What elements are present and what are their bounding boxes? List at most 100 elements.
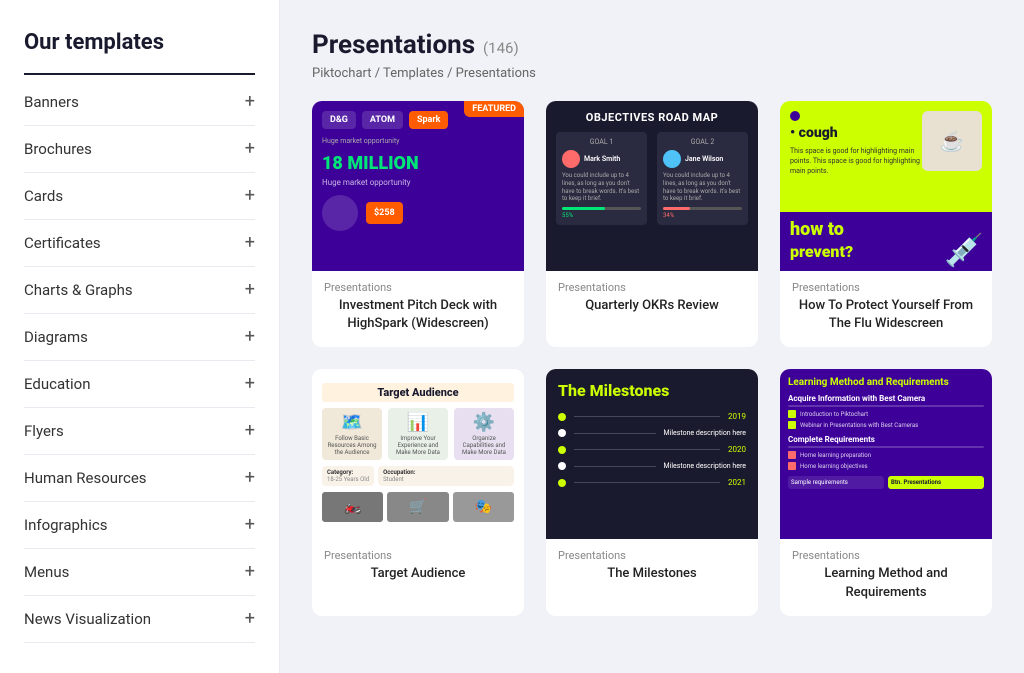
template-thumb: Learning Method and Requirements Acquire… <box>780 369 992 539</box>
template-card-okrs[interactable]: OBJECTIVES ROAD MAP GOAL 1 Mark Smith Yo… <box>546 101 758 347</box>
template-card-flu[interactable]: • cough This space is good for highlight… <box>780 101 992 347</box>
million-text: 18 MILLION <box>322 153 514 174</box>
template-info: Presentations Learning Method and Requir… <box>780 539 992 615</box>
logo-atom: ATOM <box>362 111 403 129</box>
template-thumb: FEATURED D&G ATOM Spark Huge market oppo… <box>312 101 524 271</box>
sidebar-item-label: Flyers <box>24 422 64 440</box>
plus-icon: + <box>245 516 255 534</box>
mug-image: ☕ <box>922 111 982 171</box>
arm-icon: 💉 <box>944 231 984 269</box>
template-category: Presentations <box>558 549 746 562</box>
breadcrumb: Piktochart / Templates / Presentations <box>312 66 992 81</box>
plus-icon: + <box>245 328 255 346</box>
sidebar: Our templates Banners + Brochures + Card… <box>0 0 280 673</box>
template-name: How To Protect Yourself From The Flu Wid… <box>792 297 980 333</box>
sidebar-item-label: Infographics <box>24 516 107 534</box>
body-text: This space is good for highlighting main… <box>790 147 922 176</box>
template-thumb: OBJECTIVES ROAD MAP GOAL 1 Mark Smith Yo… <box>546 101 758 271</box>
cough-text: • cough <box>790 125 922 141</box>
template-category: Presentations <box>324 549 512 562</box>
plus-icon: + <box>245 610 255 628</box>
card2-title: OBJECTIVES ROAD MAP <box>556 111 748 124</box>
sidebar-item-human-resources[interactable]: Human Resources + <box>24 455 255 502</box>
milestone-item: Milestone description here <box>558 429 746 437</box>
main-content: Presentations (146) Piktochart / Templat… <box>280 0 1024 673</box>
sidebar-item-cards[interactable]: Cards + <box>24 173 255 220</box>
plus-icon: + <box>245 187 255 205</box>
sidebar-item-news-visualization[interactable]: News Visualization + <box>24 596 255 643</box>
milestones-title: The Milestones <box>558 381 746 400</box>
sub-text: Huge market opportunity <box>322 137 514 145</box>
avatar-mark <box>562 150 580 168</box>
sidebar-title: Our templates <box>24 30 255 55</box>
template-card-investment[interactable]: FEATURED D&G ATOM Spark Huge market oppo… <box>312 101 524 347</box>
milestone-item: 2020 <box>558 445 746 454</box>
template-thumb: Target Audience 🗺️ Follow Basic Resource… <box>312 369 524 539</box>
featured-badge: FEATURED <box>464 101 524 117</box>
sub-text2: Huge market opportunity <box>322 178 514 187</box>
template-info: Presentations How To Protect Yourself Fr… <box>780 271 992 347</box>
sidebar-item-label: Diagrams <box>24 328 88 346</box>
template-info: Presentations Investment Pitch Deck with… <box>312 271 524 347</box>
template-category: Presentations <box>558 281 746 294</box>
sidebar-item-education[interactable]: Education + <box>24 361 255 408</box>
plus-icon: + <box>245 140 255 158</box>
target-title: Target Audience <box>322 383 514 402</box>
milestone-item: Milestone description here <box>558 462 746 470</box>
template-name: Target Audience <box>324 565 512 583</box>
sidebar-item-brochures[interactable]: Brochures + <box>24 126 255 173</box>
sidebar-nav: Banners + Brochures + Cards + Certificat… <box>24 79 255 643</box>
template-category: Presentations <box>792 281 980 294</box>
page-count: (146) <box>483 39 519 57</box>
template-name: The Milestones <box>558 565 746 583</box>
plus-icon: + <box>245 469 255 487</box>
template-card-target[interactable]: Target Audience 🗺️ Follow Basic Resource… <box>312 369 524 615</box>
plus-icon: + <box>245 422 255 440</box>
page-title: Presentations <box>312 30 475 60</box>
logo-dg: D&G <box>322 111 356 129</box>
template-category: Presentations <box>324 281 512 294</box>
template-info: Presentations Target Audience <box>312 539 524 597</box>
sidebar-item-label: Certificates <box>24 234 101 252</box>
template-info: Presentations Quarterly OKRs Review <box>546 271 758 329</box>
template-card-learning[interactable]: Learning Method and Requirements Acquire… <box>780 369 992 615</box>
sidebar-item-menus[interactable]: Menus + <box>24 549 255 596</box>
dot-decoration <box>790 111 800 121</box>
sidebar-item-certificates[interactable]: Certificates + <box>24 220 255 267</box>
sidebar-item-label: News Visualization <box>24 610 151 628</box>
avatar-jane <box>663 150 681 168</box>
template-name: Investment Pitch Deck with HighSpark (Wi… <box>324 297 512 333</box>
sidebar-item-label: Menus <box>24 563 69 581</box>
template-thumb: • cough This space is good for highlight… <box>780 101 992 271</box>
card6-bottom: Sample requirements Btn. Presentations <box>788 476 984 489</box>
sidebar-item-label: Cards <box>24 187 63 205</box>
template-card-milestones[interactable]: The Milestones 2019 Milestone descriptio… <box>546 369 758 615</box>
page-title-row: Presentations (146) <box>312 30 992 60</box>
template-thumb: The Milestones 2019 Milestone descriptio… <box>546 369 758 539</box>
logo-spark: Spark <box>409 111 449 129</box>
template-name: Quarterly OKRs Review <box>558 297 746 315</box>
sidebar-item-charts[interactable]: Charts & Graphs + <box>24 267 255 314</box>
sidebar-divider <box>24 73 255 75</box>
sidebar-item-label: Charts & Graphs <box>24 281 133 299</box>
milestone-item: 2019 <box>558 412 746 421</box>
sidebar-item-infographics[interactable]: Infographics + <box>24 502 255 549</box>
price-badge: $258 <box>366 202 403 224</box>
sidebar-item-label: Brochures <box>24 140 92 158</box>
card6-main-title: Learning Method and Requirements <box>788 377 984 388</box>
sidebar-item-flyers[interactable]: Flyers + <box>24 408 255 455</box>
sidebar-item-label: Human Resources <box>24 469 147 487</box>
sidebar-item-label: Banners <box>24 93 79 111</box>
plus-icon: + <box>245 375 255 393</box>
plus-icon: + <box>245 563 255 581</box>
sidebar-item-banners[interactable]: Banners + <box>24 79 255 126</box>
template-category: Presentations <box>792 549 980 562</box>
card2-col1: GOAL 1 Mark Smith You could include up t… <box>556 132 647 225</box>
plus-icon: + <box>245 234 255 252</box>
circle-decoration <box>322 195 358 231</box>
sidebar-item-label: Education <box>24 375 91 393</box>
template-grid: FEATURED D&G ATOM Spark Huge market oppo… <box>312 101 992 616</box>
page-header: Presentations (146) Piktochart / Templat… <box>312 30 992 81</box>
sidebar-item-diagrams[interactable]: Diagrams + <box>24 314 255 361</box>
milestone-item: 2021 <box>558 478 746 487</box>
